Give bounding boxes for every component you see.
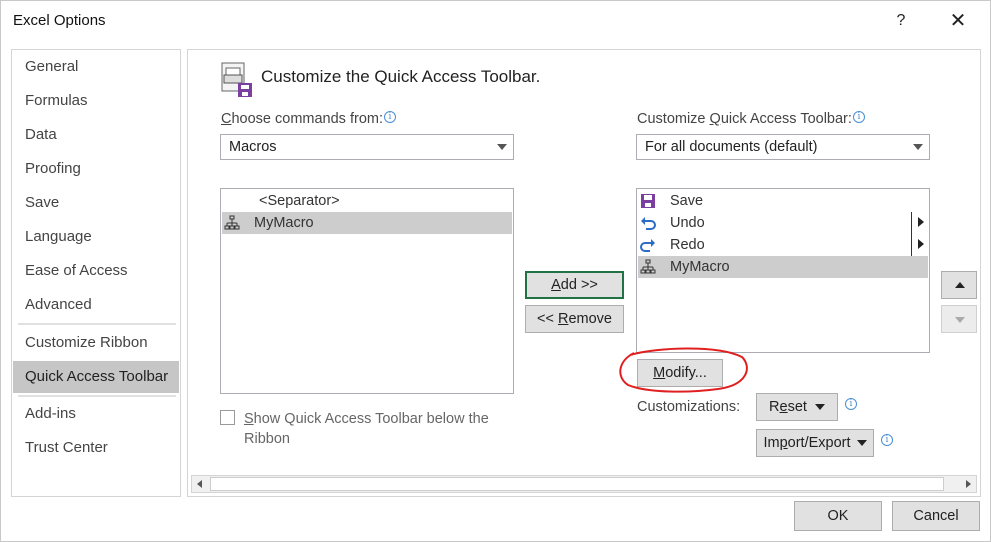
info-icon[interactable]: i — [845, 398, 857, 410]
scroll-thumb[interactable] — [210, 477, 944, 491]
nav-item-quick-access-toolbar[interactable]: Quick Access Toolbar — [13, 361, 179, 393]
excel-options-dialog: Excel Options ? ✕ General Formulas Data … — [0, 0, 991, 542]
move-down-button[interactable] — [941, 305, 977, 333]
import-export-button[interactable]: Import/Export — [756, 429, 874, 457]
info-icon[interactable]: i — [852, 111, 865, 123]
options-nav: General Formulas Data Proofing Save Lang… — [11, 49, 181, 497]
redo-icon — [640, 239, 655, 252]
customize-qat-label: Customize Quick Access Toolbar: i — [637, 111, 865, 127]
info-icon[interactable]: i — [384, 111, 396, 123]
list-item[interactable]: Undo — [638, 212, 928, 234]
nav-divider — [18, 323, 176, 325]
macro-icon — [224, 215, 240, 230]
nav-item-trust-center[interactable]: Trust Center — [13, 432, 179, 464]
quick-access-toolbar-icon — [221, 62, 252, 97]
nav-item-language[interactable]: Language — [13, 221, 179, 253]
nav-item-add-ins[interactable]: Add-ins — [13, 398, 179, 430]
nav-item-save[interactable]: Save — [13, 187, 179, 219]
remove-button[interactable]: << Remove — [525, 305, 624, 333]
customize-qat-select[interactable]: For all documents (default) — [636, 134, 930, 160]
scroll-left-icon[interactable] — [197, 480, 202, 488]
nav-item-data[interactable]: Data — [13, 119, 179, 151]
customizations-label: Customizations: — [637, 399, 741, 415]
show-below-ribbon-checkbox[interactable] — [220, 410, 235, 425]
list-item[interactable]: Save — [638, 190, 928, 212]
nav-item-customize-ribbon[interactable]: Customize Ribbon — [13, 327, 179, 359]
choose-commands-label: Choose commands from: i — [221, 111, 396, 127]
ok-button[interactable]: OK — [794, 501, 882, 531]
show-below-ribbon-label[interactable]: Show Quick Access Toolbar below the Ribb… — [244, 409, 514, 449]
chevron-right-icon[interactable] — [918, 239, 924, 249]
chevron-down-icon — [856, 440, 867, 447]
quick-access-toolbar-list[interactable]: Save Undo Redo MyMacro — [636, 188, 930, 353]
list-item[interactable]: <Separator> — [222, 190, 512, 212]
choose-commands-value: Macros — [229, 139, 277, 155]
chevron-down-icon — [497, 144, 507, 150]
list-item[interactable]: Redo — [638, 234, 928, 256]
nav-item-formulas[interactable]: Formulas — [13, 85, 179, 117]
cancel-button[interactable]: Cancel — [892, 501, 980, 531]
macro-icon — [640, 259, 656, 274]
list-item[interactable]: MyMacro — [222, 212, 512, 234]
chevron-up-icon — [955, 282, 965, 288]
nav-item-general[interactable]: General — [13, 51, 179, 83]
chevron-right-icon[interactable] — [918, 217, 924, 227]
move-up-button[interactable] — [941, 271, 977, 299]
split-divider — [911, 212, 912, 234]
list-item[interactable]: MyMacro — [638, 256, 928, 278]
chevron-down-icon — [913, 144, 923, 150]
chevron-down-icon — [814, 404, 825, 411]
close-button[interactable]: ✕ — [945, 9, 971, 35]
nav-item-proofing[interactable]: Proofing — [13, 153, 179, 185]
save-icon — [641, 194, 655, 208]
choose-commands-select[interactable]: Macros — [220, 134, 514, 160]
nav-divider — [18, 395, 176, 397]
nav-item-advanced[interactable]: Advanced — [13, 289, 179, 321]
reset-button[interactable]: Reset — [756, 393, 838, 421]
horizontal-scrollbar[interactable] — [191, 475, 977, 493]
modify-button[interactable]: Modify... — [637, 359, 723, 387]
info-icon[interactable]: i — [881, 434, 893, 446]
available-commands-list[interactable]: <Separator> MyMacro — [220, 188, 514, 394]
add-button[interactable]: Add >> — [525, 271, 624, 299]
help-button[interactable]: ? — [889, 9, 913, 33]
scroll-right-icon[interactable] — [966, 480, 971, 488]
undo-icon — [641, 217, 656, 230]
split-divider — [911, 234, 912, 256]
chevron-down-icon — [955, 317, 965, 323]
window-title: Excel Options — [13, 12, 106, 29]
page-title: Customize the Quick Access Toolbar. — [261, 67, 541, 86]
nav-item-ease-of-access[interactable]: Ease of Access — [13, 255, 179, 287]
title-bar: Excel Options ? ✕ — [1, 1, 991, 41]
customize-qat-value: For all documents (default) — [645, 139, 818, 155]
